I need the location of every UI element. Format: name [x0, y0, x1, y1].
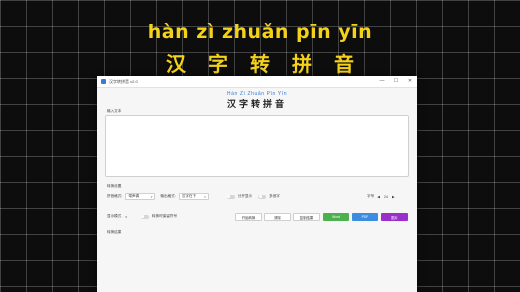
output-label: 转换结果 — [107, 230, 122, 234]
output-format-label: 输出格式: — [160, 194, 176, 198]
options-label: 转换设置 — [107, 184, 122, 188]
keep-symbols-toggle[interactable] — [140, 214, 149, 219]
options-row: 拼音格式: 带声调 ▾ 输出格式: 汉字在下 ▾ 分开显示 多音字 — [107, 193, 280, 200]
output-format-select[interactable]: 汉字在下 ▾ — [178, 193, 209, 200]
display-mode-label: 显示模式 — [107, 214, 122, 218]
title-bar: 汉字转拼音 v2.0 — ☐ ✕ — [97, 76, 417, 88]
input-label: 输入文本 — [107, 109, 122, 113]
banner-hanzi: 汉字转拼音 — [166, 52, 376, 76]
window-controls: — ☐ ✕ — [375, 76, 417, 87]
separate-toggle-label: 分开显示 — [237, 194, 253, 198]
font-size-value: 24 — [383, 194, 388, 199]
clear-button[interactable]: 清除 — [264, 213, 291, 221]
font-size-decrease-icon[interactable]: ◀ — [377, 195, 380, 199]
export-word-button[interactable]: Word — [323, 213, 349, 221]
text-input-area[interactable] — [105, 115, 409, 177]
polyphone-toggle-label: 多音字 — [269, 194, 280, 198]
font-size-row: 字号 ◀ 24 ▶ — [367, 194, 395, 199]
display-row: 显示模式 ▾ 转换时保留符号 — [107, 214, 177, 219]
convert-button[interactable]: 开始转换 — [235, 213, 262, 221]
window-title: 汉字转拼音 v2.0 — [109, 78, 138, 84]
app-header: Hàn Zì Zhuǎn Pīn Yīn 汉字转拼音 — [97, 91, 417, 110]
pinyin-style-select[interactable]: 带声调 ▾ — [125, 193, 156, 200]
app-icon — [101, 79, 106, 84]
pinyin-style-value: 带声调 — [128, 194, 140, 198]
polyphone-toggle[interactable] — [258, 194, 267, 199]
chevron-down-icon: ▾ — [150, 194, 153, 199]
chevron-down-icon: ▾ — [204, 194, 206, 199]
close-icon[interactable]: ✕ — [403, 76, 417, 87]
export-image-button[interactable]: 图片 — [381, 213, 408, 221]
copy-button[interactable]: 复制结果 — [293, 213, 320, 221]
font-size-label: 字号 — [367, 194, 375, 198]
minimize-icon[interactable]: — — [375, 76, 389, 87]
pinyin-style-label: 拼音格式: — [107, 194, 123, 198]
header-hanzi: 汉字转拼音 — [226, 99, 287, 109]
app-window: 汉字转拼音 v2.0 — ☐ ✕ Hàn Zì Zhuǎn Pīn Yīn 汉字… — [97, 76, 417, 292]
chevron-down-icon[interactable]: ▾ — [125, 215, 127, 219]
font-size-increase-icon[interactable]: ▶ — [392, 195, 395, 199]
separate-toggle[interactable] — [226, 194, 235, 199]
banner-pinyin: hàn zì zhuǎn pīn yīn — [147, 21, 373, 43]
keep-symbols-label: 转换时保留符号 — [151, 214, 178, 218]
output-format-value: 汉字在下 — [181, 194, 197, 198]
export-pdf-button[interactable]: PDF — [352, 213, 378, 221]
maximize-icon[interactable]: ☐ — [389, 76, 403, 87]
